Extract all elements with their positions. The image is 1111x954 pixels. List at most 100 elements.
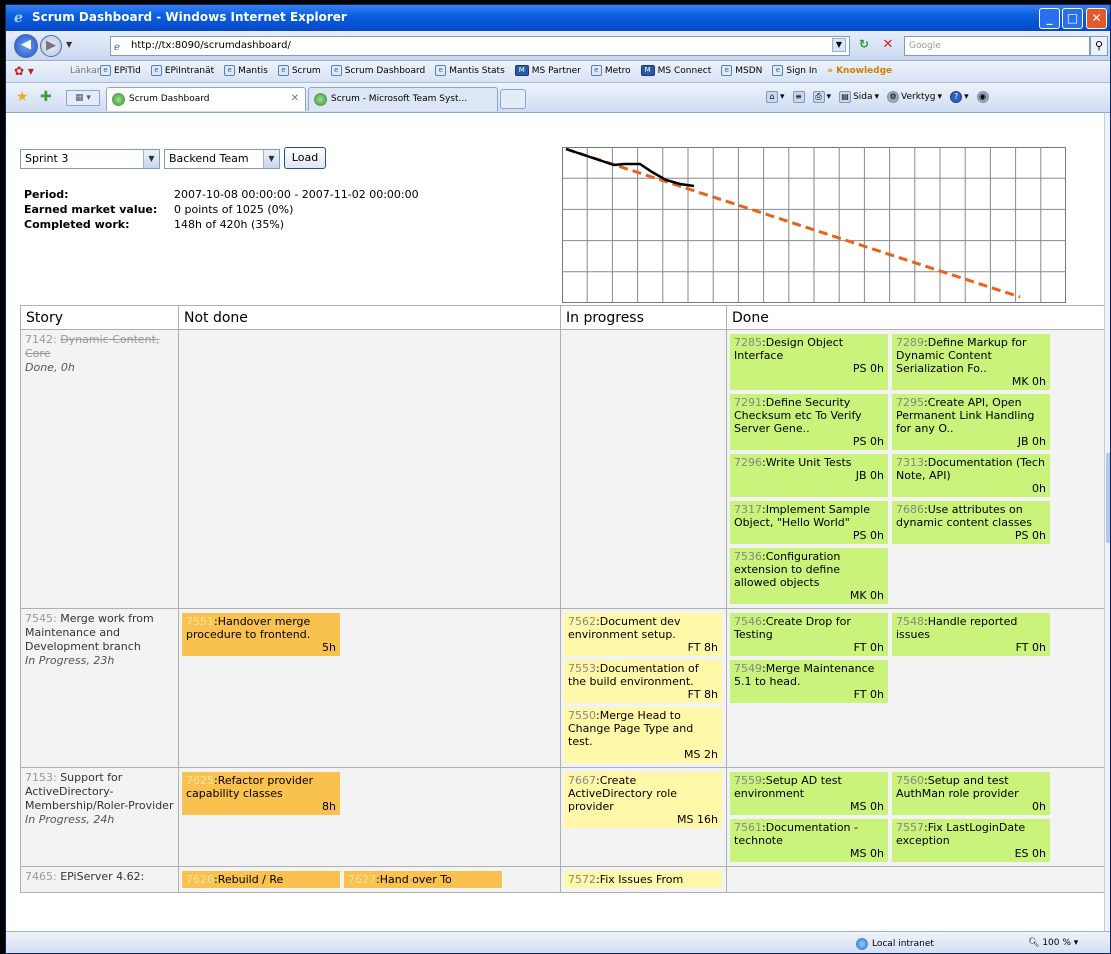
address-input[interactable]: ℯ http://tx:8090/scrumdashboard/ — [110, 36, 850, 56]
link-ms-partner[interactable]: M MS Partner — [514, 65, 581, 76]
task-card[interactable]: 7562:Document dev environment setup. FT 8… — [564, 613, 722, 656]
link-scrum-dashboard[interactable]: e Scrum Dashboard — [330, 65, 425, 76]
tab-scrum-dashboard[interactable]: Scrum Dashboard ✕ — [106, 87, 306, 111]
search-icon[interactable]: ⚲ — [1090, 36, 1108, 56]
task-meta: PS 0h — [852, 435, 884, 448]
task-card[interactable]: 7557:Fix LastLoginDate exception ES 0h — [892, 819, 1050, 862]
close-button[interactable]: ✕ — [1086, 8, 1107, 29]
not-done-cell — [178, 329, 561, 609]
page-menu[interactable]: ▤ Sida ▾ — [839, 91, 879, 103]
task-card[interactable]: 7626:Rebuild / Re — [182, 871, 340, 888]
print-button[interactable]: ⎙ ▾ — [812, 91, 831, 103]
refresh-icon[interactable]: ↻ — [854, 37, 874, 55]
story-heading[interactable]: 7545: Merge work from Maintenance and De… — [25, 612, 174, 654]
card-list: 7285:Design Object Interface PS 0h 7289:De… — [730, 334, 1101, 604]
task-card[interactable]: 7559:Setup AD test environment MS 0h — [730, 772, 888, 815]
card-list: 7625:Refactor provider capability classe… — [182, 772, 557, 815]
feeds-icon[interactable]: ✿ ▾ — [14, 64, 34, 78]
task-card[interactable]: 7536:Configuration extension to define a… — [730, 548, 888, 604]
task-card[interactable]: 7285:Design Object Interface PS 0h — [730, 334, 888, 390]
task-card[interactable]: 7561:Documentation - technote MS 0h — [730, 819, 888, 862]
task-card[interactable]: 7295:Create API, Open Permanent Link Han… — [892, 394, 1050, 450]
research-button[interactable]: ◉ — [976, 91, 989, 103]
links-list: e EPiTid e EPiIntranät e Mantis e Scrum e Scrum D… — [100, 65, 892, 76]
link-label: MSDN — [735, 65, 763, 76]
task-card[interactable]: 7291:Define Security Checksum etc To Ver… — [730, 394, 888, 450]
forward-button[interactable]: ▶ — [40, 35, 62, 57]
card-list: 7546:Create Drop for Testing FT 0h 7548:Ha… — [730, 613, 1101, 703]
task-card[interactable]: 7317:Implement Sample Object, "Hello Wor… — [730, 501, 888, 544]
link-metro[interactable]: e Metro — [590, 65, 631, 76]
help-button[interactable]: ? ▾ — [950, 91, 969, 103]
tools-menu[interactable]: ⚙ Verktyg ▾ — [887, 91, 942, 103]
scrollbar-thumb[interactable] — [1106, 453, 1110, 543]
task-id: 7560 — [896, 774, 924, 787]
link-sign-in[interactable]: e Sign In — [772, 65, 817, 76]
link-label: Knowledge — [836, 65, 893, 76]
link-epitid[interactable]: e EPiTid — [100, 65, 141, 76]
task-card[interactable]: 7686:Use attributes on dynamic content c… — [892, 501, 1050, 544]
zoom-level[interactable]: 🔍︎ 100 % ▾ — [1028, 938, 1078, 948]
column-header-not-done: Not done — [178, 305, 561, 330]
story-heading[interactable]: 7153: Support for ActiveDirectory-Member… — [25, 771, 174, 813]
recent-pages-dropdown-icon[interactable]: ▼ — [66, 40, 72, 49]
load-button[interactable]: Load — [284, 147, 326, 169]
link-msdn[interactable]: e MSDN — [721, 65, 762, 76]
completed-label: Completed work: — [24, 218, 130, 231]
sprint-select[interactable]: Sprint 3 ▼ — [20, 149, 160, 169]
story-heading[interactable]: 7142: Dynamic Content, Core — [25, 333, 174, 361]
browser-window: ℯ Scrum Dashboard - Windows Internet Exp… — [5, 4, 1111, 954]
task-card[interactable]: 7546:Create Drop for Testing FT 0h — [730, 613, 888, 656]
task-card[interactable]: 7296:Write Unit Tests JB 0h — [730, 454, 888, 497]
chevron-down-icon: ▼ — [263, 150, 279, 168]
tab-team-system[interactable]: Scrum - Microsoft Team Syst... — [308, 87, 498, 111]
task-card[interactable]: 7551:Handover merge procedure to fronten… — [182, 613, 340, 656]
feeds-button[interactable]: ≡ — [792, 91, 805, 103]
page-menu-label: Sida — [853, 92, 873, 102]
task-card[interactable]: 7313:Documentation (Tech Note, API) 0h — [892, 454, 1050, 497]
task-id: 7296 — [734, 456, 762, 469]
link-epiintran-t[interactable]: e EPiIntranät — [150, 65, 214, 76]
story-heading[interactable]: 7465: EPiServer 4.62: — [25, 870, 174, 884]
task-card[interactable]: 7289:Define Markup for Dynamic Content S… — [892, 334, 1050, 390]
task-card[interactable]: 7548:Handle reported issues FT 0h — [892, 613, 1050, 656]
security-zone[interactable]: Local intranet — [856, 938, 934, 950]
quick-tabs-button[interactable]: ▦ ▾ — [66, 90, 100, 106]
new-tab-button[interactable] — [500, 89, 526, 109]
task-card[interactable]: 7549:Merge Maintenance 5.1 to head. FT 0h — [730, 660, 888, 703]
vertical-scrollbar[interactable] — [1104, 113, 1110, 931]
add-favorite-icon[interactable]: ✚ — [40, 89, 52, 105]
more-links[interactable]: » Knowledge — [827, 65, 892, 76]
task-card[interactable]: 7553:Documentation of the build environm… — [564, 660, 722, 703]
home-button[interactable]: ⌂ ▾ — [766, 91, 785, 103]
task-card[interactable]: 7667:Create ActiveDirectory role provide… — [564, 772, 722, 828]
back-button[interactable]: ◀ — [14, 34, 38, 58]
story-status: In Progress, 23h — [25, 654, 115, 667]
address-dropdown-icon[interactable]: ▼ — [832, 38, 846, 52]
tab-close-icon[interactable]: ✕ — [291, 88, 299, 110]
task-card[interactable]: 7560:Setup and test AuthMan role provide… — [892, 772, 1050, 815]
task-card[interactable]: 7627:Hand over To — [344, 871, 502, 888]
favorites-star-icon[interactable]: ★ — [16, 89, 29, 105]
minimize-button[interactable]: _ — [1039, 8, 1060, 29]
task-meta: MS 2h — [684, 748, 718, 761]
ms-icon: M — [640, 65, 655, 76]
stop-icon[interactable]: ✕ — [878, 37, 898, 55]
story-cell: 7142: Dynamic Content, Core Done, 0h — [20, 329, 179, 609]
done-cell: 7285:Design Object Interface PS 0h 7289:De… — [726, 329, 1104, 609]
completed-value: 148h of 420h (35%) — [174, 218, 285, 231]
link-mantis[interactable]: e Mantis — [224, 65, 268, 76]
task-card[interactable]: 7550:Merge Head to Change Page Type and … — [564, 707, 722, 763]
task-card[interactable]: 7625:Refactor provider capability classe… — [182, 772, 340, 815]
maximize-button[interactable]: □ — [1062, 8, 1083, 29]
team-select[interactable]: Backend Team ▼ — [164, 149, 280, 169]
link-mantis-stats[interactable]: e Mantis Stats — [435, 65, 505, 76]
link-scrum[interactable]: e Scrum — [277, 65, 321, 76]
task-card[interactable]: 7572:Fix Issues From — [564, 871, 722, 888]
link-ms-connect[interactable]: M MS Connect — [640, 65, 711, 76]
story-id: 7142 — [25, 333, 53, 346]
card-list: 7551:Handover merge procedure to fronten… — [182, 613, 557, 656]
search-input[interactable]: Google — [904, 36, 1090, 56]
column-header-in-progress: In progress — [560, 305, 727, 330]
ie-page-icon: e — [150, 65, 162, 76]
